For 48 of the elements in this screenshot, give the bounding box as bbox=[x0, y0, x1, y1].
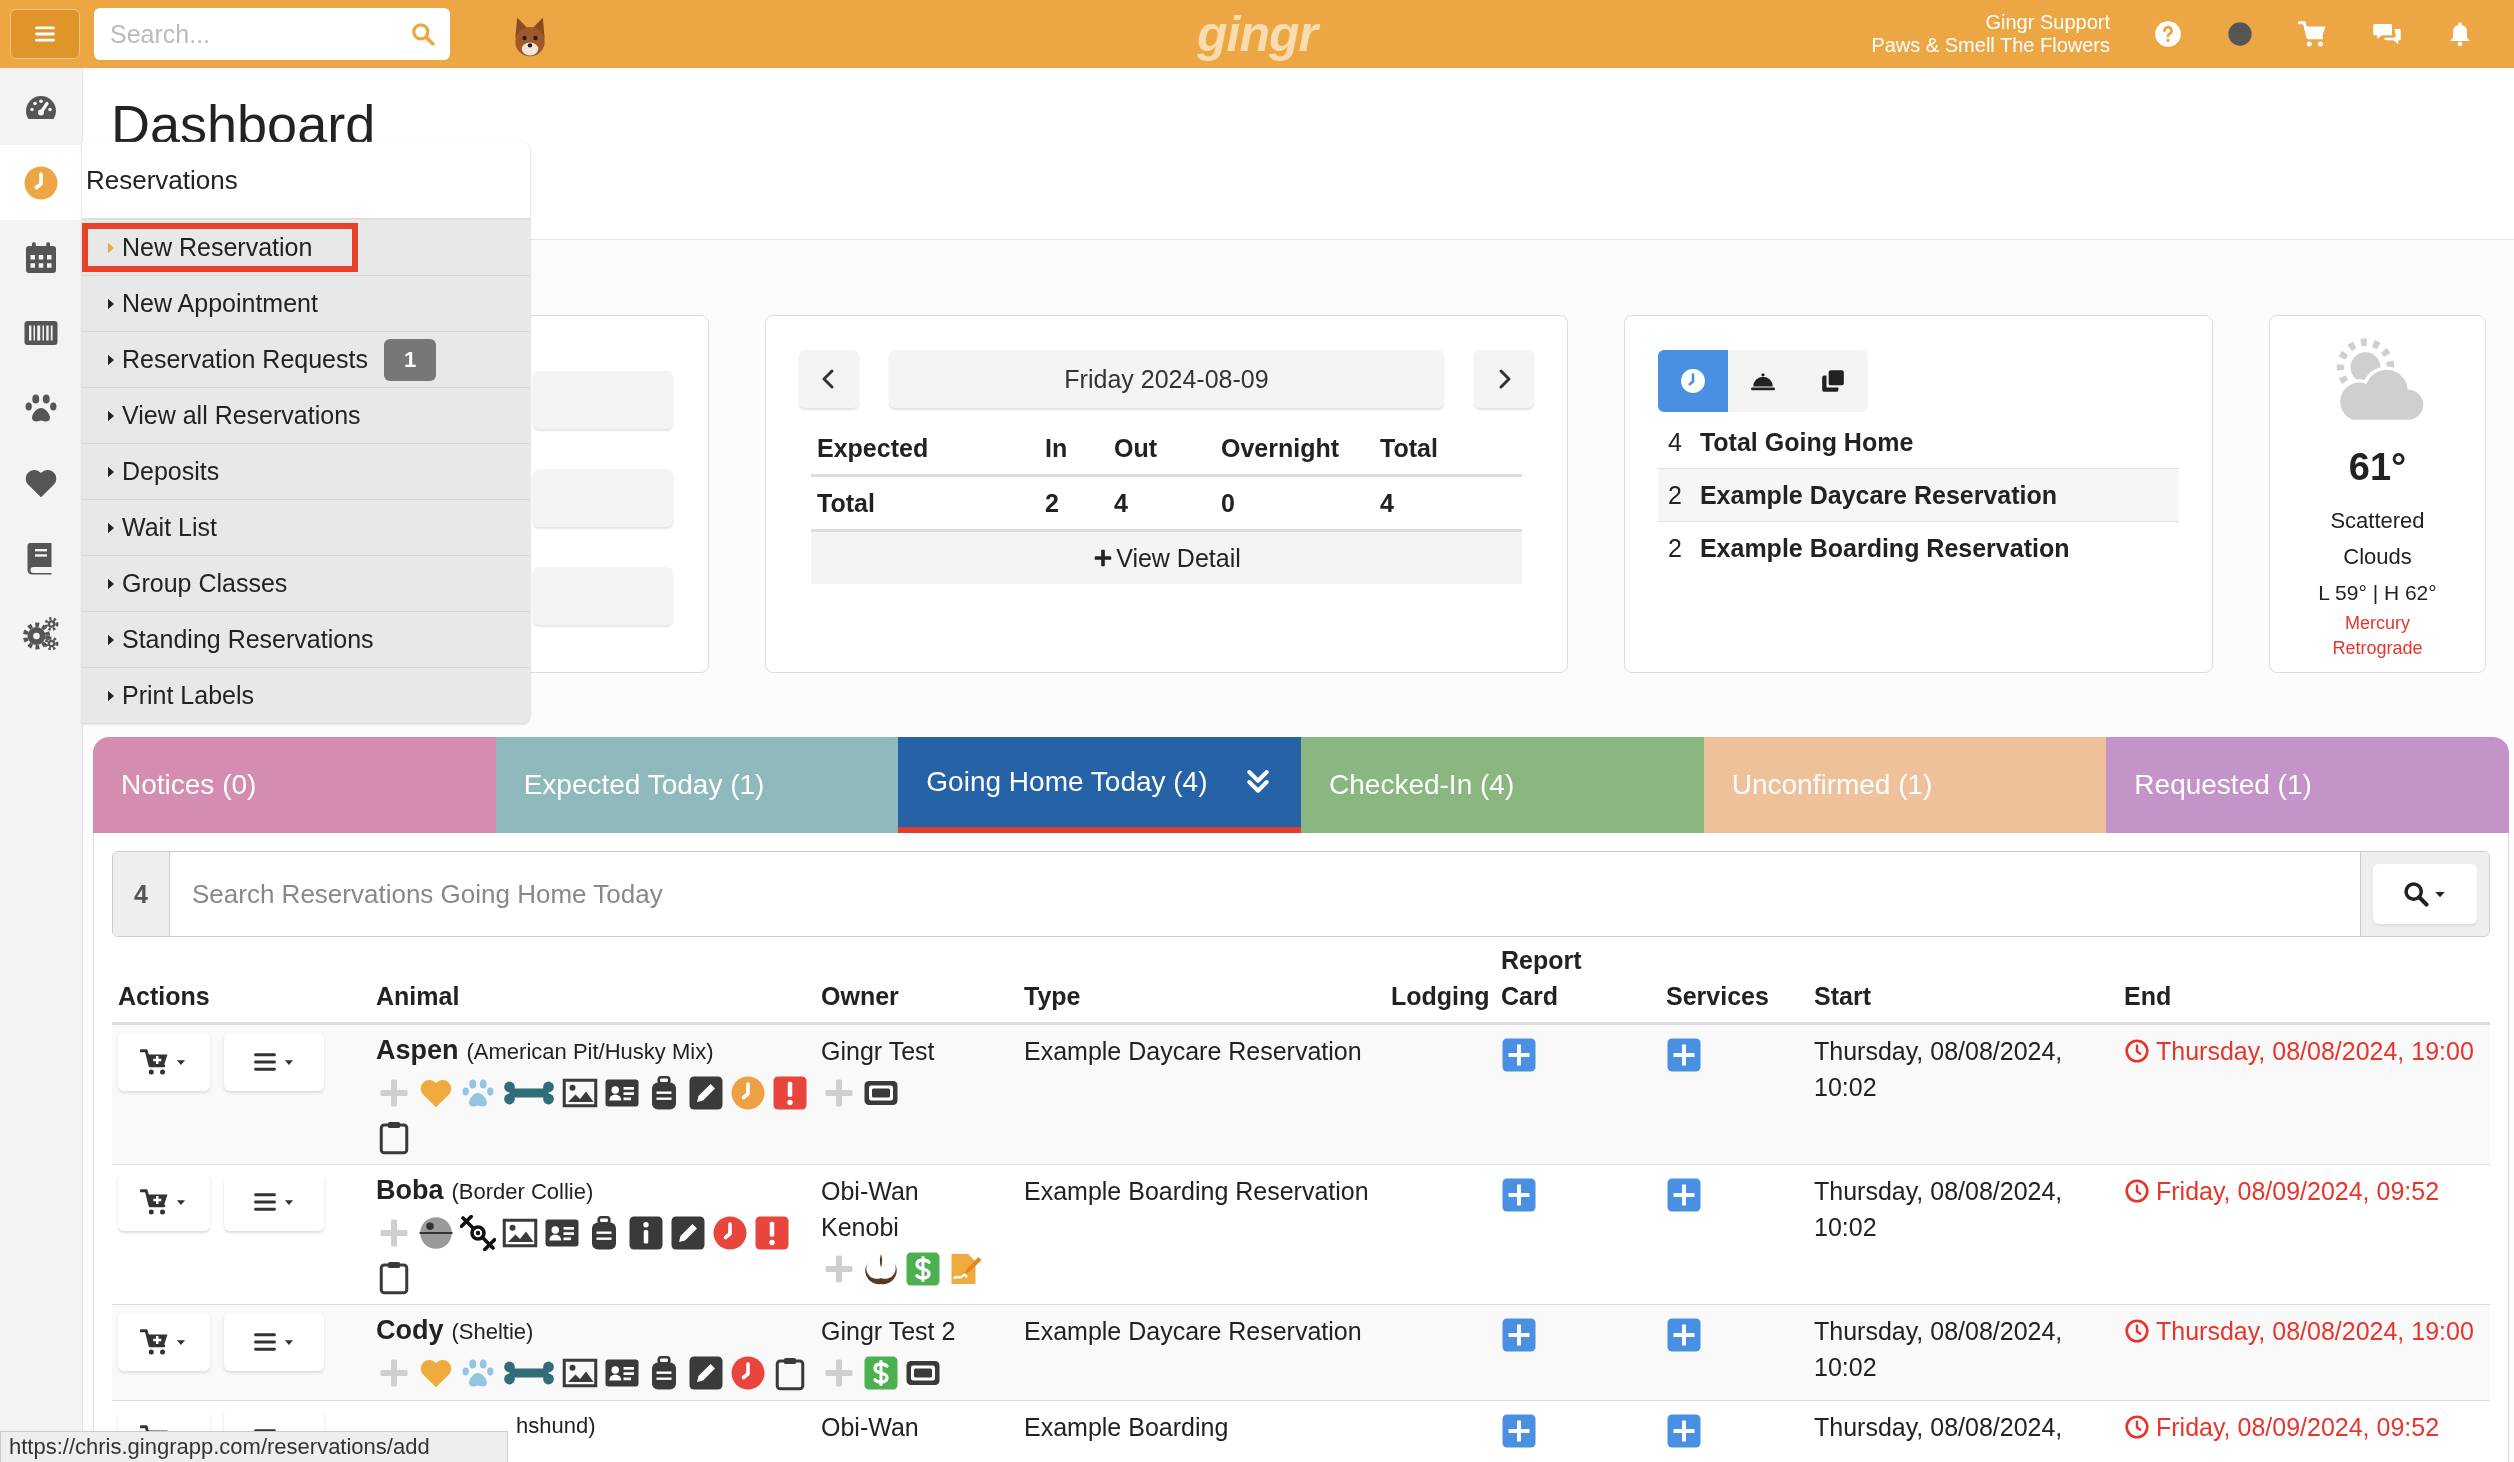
column-header: Type bbox=[1023, 981, 1082, 1012]
start-time: Thursday, 08/08/2024, 10:02 bbox=[1813, 1176, 2064, 1243]
column-header: Services bbox=[1665, 981, 1770, 1012]
column-header: Owner bbox=[820, 981, 900, 1012]
column-header: In bbox=[1045, 433, 1069, 463]
column-header: Lodging bbox=[1390, 981, 1491, 1012]
reservation-type: Example Boarding Reservation bbox=[1023, 1176, 1370, 1207]
start-time: Thursday, 08/08/2024, bbox=[1813, 1412, 2064, 1443]
result-count: 4 bbox=[113, 852, 170, 936]
table-cell-text: 0 bbox=[1221, 488, 1236, 518]
reservation-type: Example Daycare Reservation bbox=[1023, 1316, 1363, 1347]
table-cell-text: 2 bbox=[1045, 488, 1060, 518]
count: 4 bbox=[1668, 427, 1682, 457]
animal-breed: (Sheltie) bbox=[451, 1318, 534, 1346]
column-header: Actions bbox=[117, 981, 211, 1012]
count: 2 bbox=[1668, 480, 1682, 510]
animal-breed: hshund) bbox=[516, 1412, 596, 1440]
start-time: Thursday, 08/08/2024, 10:02 bbox=[1813, 1036, 2064, 1103]
reservation-type: Example Daycare Reservation bbox=[1023, 1036, 1363, 1067]
column-header: Report Card bbox=[1500, 945, 1581, 1012]
column-header: Total bbox=[1380, 433, 1439, 463]
column-header: Out bbox=[1114, 433, 1159, 463]
table-cell-text: 4 bbox=[1380, 488, 1395, 518]
count-badge: 1 bbox=[383, 338, 437, 381]
summary-label: Total Going Home bbox=[1699, 427, 1914, 457]
end-time: Thursday, 08/08/2024, 19:00 bbox=[2156, 1316, 2474, 1347]
end-time: Thursday, 08/08/2024, 19:00 bbox=[2156, 1036, 2474, 1067]
end-time: Friday, 08/09/2024, 09:52 bbox=[2156, 1176, 2440, 1207]
animal-breed: (American Pit/Husky Mix) bbox=[466, 1038, 714, 1066]
summary-label: Example Boarding Reservation bbox=[1699, 533, 2070, 563]
end-time: Friday, 08/09/2024, 09:52 bbox=[2156, 1412, 2440, 1443]
reservation-type: Example Boarding bbox=[1023, 1412, 1230, 1443]
weather-note: Mercury Retrograde bbox=[2331, 612, 2424, 660]
table-cell-text: Total bbox=[817, 488, 876, 518]
temperature: 61° bbox=[2348, 446, 2407, 489]
column-header: Start bbox=[1813, 981, 1872, 1012]
link-url-tooltip: https://chris.gingrapp.com/reservations/add bbox=[0, 1431, 508, 1462]
summary-label: Example Daycare Reservation bbox=[1699, 480, 2058, 510]
table-cell-text: 4 bbox=[1114, 488, 1129, 518]
column-header: Expected bbox=[817, 433, 930, 463]
column-header: Animal bbox=[375, 981, 461, 1012]
column-header: Overnight bbox=[1221, 433, 1341, 463]
column-header: End bbox=[2123, 981, 2173, 1012]
start-time: Thursday, 08/08/2024, 10:02 bbox=[1813, 1316, 2064, 1383]
weather-condition: Scattered Clouds bbox=[2329, 507, 2426, 571]
count: 2 bbox=[1668, 533, 1682, 563]
animal-breed: (Border Collie) bbox=[451, 1178, 594, 1206]
temperature-range: L 59° | H 62° bbox=[2318, 580, 2437, 606]
